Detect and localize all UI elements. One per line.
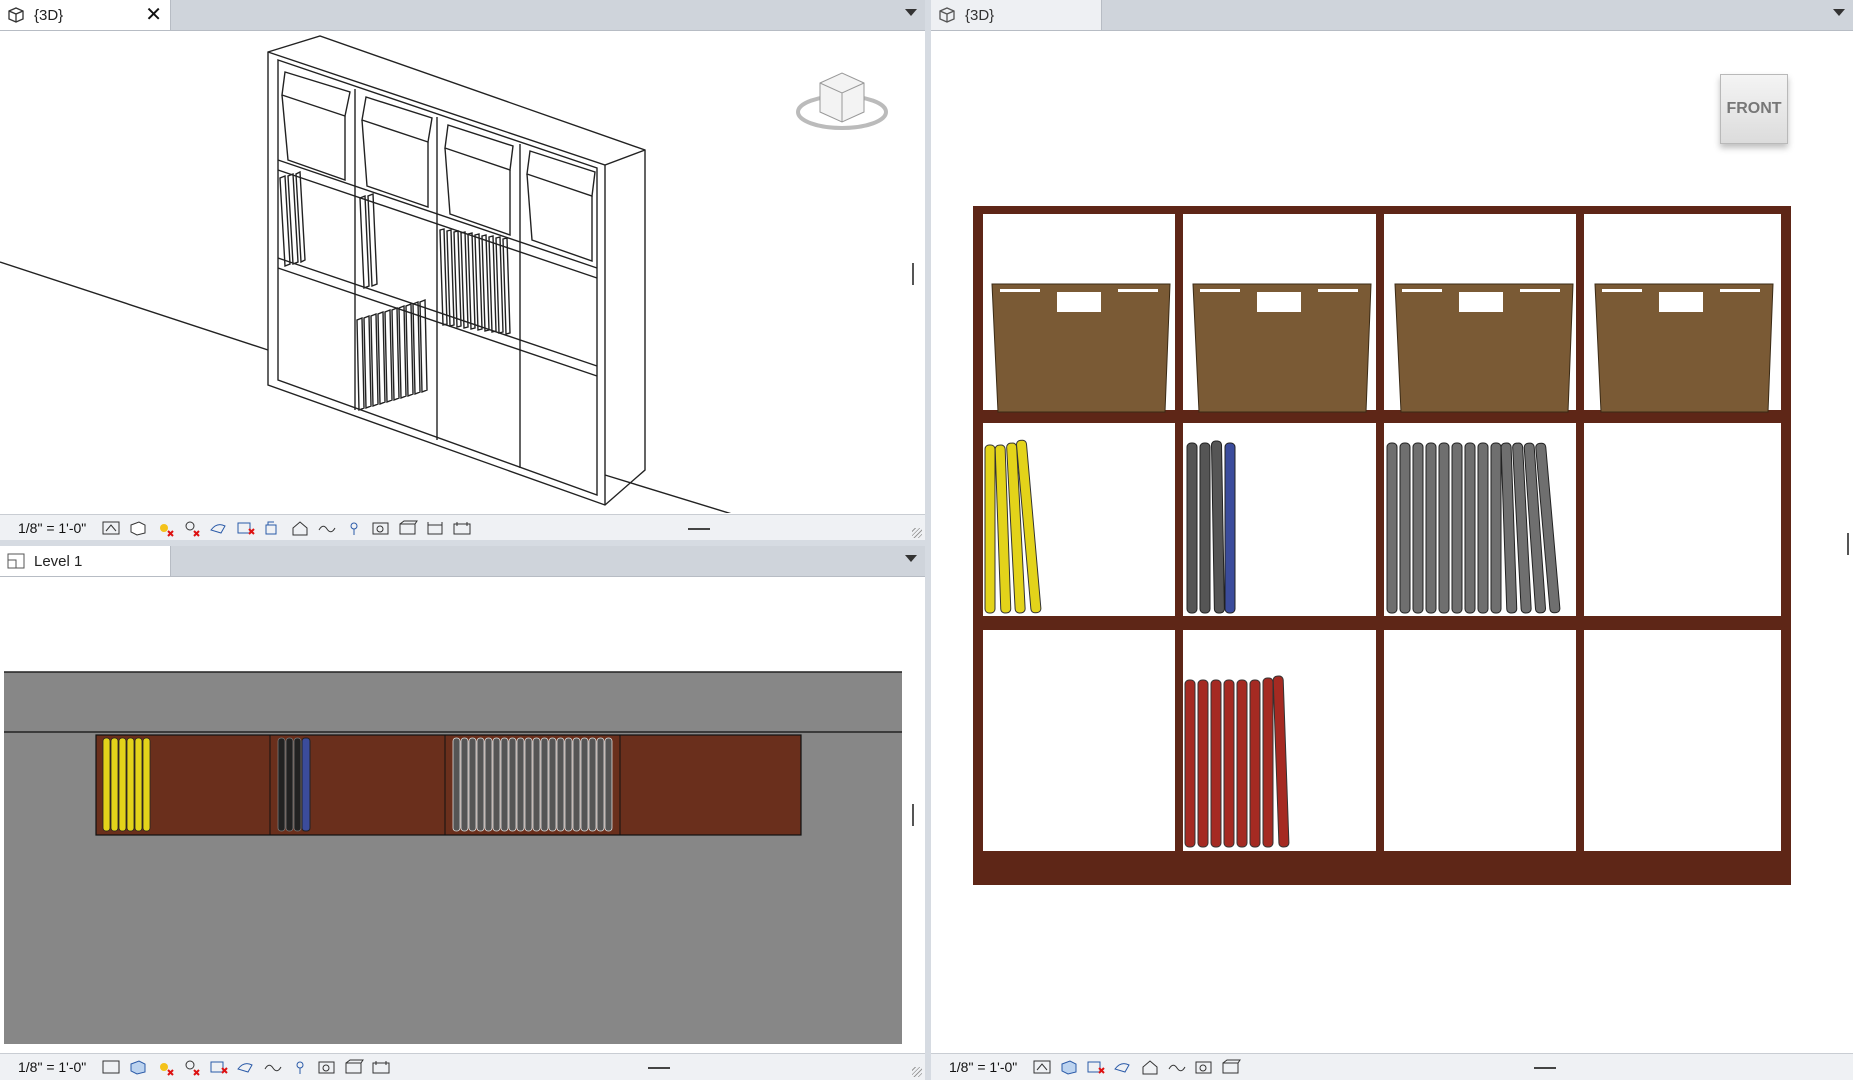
- worksharing-icon[interactable]: [289, 1058, 311, 1076]
- tab-bar: {3D}: [931, 0, 1853, 31]
- visual-style-icon[interactable]: [127, 519, 149, 537]
- viewcube: [796, 72, 888, 130]
- tab-level-1[interactable]: Level 1: [0, 546, 171, 576]
- tab-title: {3D}: [34, 6, 64, 24]
- bottom-left-viewport[interactable]: Level 1 1/8" = 1'-0": [0, 546, 925, 1080]
- reveal-hidden-icon[interactable]: [262, 1058, 284, 1076]
- tab-3d-view[interactable]: {3D}: [931, 0, 1102, 30]
- cube-view-icon: [937, 6, 957, 24]
- tab-bar: Level 1: [0, 546, 925, 577]
- sun-path-icon[interactable]: [154, 1058, 176, 1076]
- gray-books: [1386, 442, 1561, 614]
- resize-grip-icon[interactable]: [912, 1067, 922, 1077]
- vertical-scrollbar[interactable]: [1847, 533, 1849, 555]
- plan-view-canvas[interactable]: [0, 577, 925, 1053]
- scroll-thumb[interactable]: [688, 528, 710, 530]
- temporary-hide-icon[interactable]: [289, 519, 311, 537]
- cube-view-icon: [6, 6, 26, 24]
- floor-plan-icon: [6, 552, 26, 570]
- reveal-constraints-icon[interactable]: [424, 519, 446, 537]
- chevron-down-icon[interactable]: [1833, 9, 1845, 16]
- unlock-3d-icon[interactable]: [262, 519, 284, 537]
- crop-view-icon[interactable]: [1085, 1058, 1107, 1076]
- isometric-bookshelf-drawing: [0, 35, 888, 519]
- top-left-viewport[interactable]: {3D} ✕ 1/8" = 1'-0": [0, 0, 925, 540]
- tab-bar: {3D} ✕: [0, 0, 925, 31]
- reveal-hidden-icon[interactable]: [1166, 1058, 1188, 1076]
- detail-level-icon[interactable]: [1031, 1058, 1053, 1076]
- front-3d-canvas[interactable]: FRONT: [931, 31, 1853, 1053]
- temporary-view-icon[interactable]: [451, 519, 473, 537]
- crop-view-icon[interactable]: [208, 519, 230, 537]
- vertical-scrollbar[interactable]: [912, 263, 914, 285]
- show-crop-icon[interactable]: [235, 519, 257, 537]
- 3d-view-canvas[interactable]: [0, 31, 925, 519]
- vertical-scrollbar[interactable]: [912, 804, 914, 826]
- view-scale[interactable]: 1/8" = 1'-0": [18, 520, 86, 536]
- detail-level-icon[interactable]: [100, 1058, 122, 1076]
- show-crop-icon[interactable]: [208, 1058, 230, 1076]
- highlight-displacement-icon[interactable]: [1193, 1058, 1215, 1076]
- crop-view-icon[interactable]: [235, 1058, 257, 1076]
- highlight-displacement-icon[interactable]: [370, 519, 392, 537]
- chevron-down-icon[interactable]: [905, 555, 917, 562]
- blue-book: [1224, 442, 1236, 614]
- resize-grip-icon[interactable]: [912, 528, 922, 538]
- tab-3d-view[interactable]: {3D} ✕: [0, 0, 171, 30]
- reveal-hidden-icon[interactable]: [316, 519, 338, 537]
- view-control-bar: 1/8" = 1'-0": [0, 1053, 925, 1080]
- sun-path-icon[interactable]: [154, 519, 176, 537]
- view-control-bar: 1/8" = 1'-0": [0, 514, 925, 540]
- right-viewport[interactable]: {3D} FRONT 1/8" = 1'-0": [931, 0, 1853, 1080]
- floor-plan-drawing: [0, 577, 925, 1053]
- scroll-thumb[interactable]: [648, 1067, 670, 1069]
- analytical-model-icon[interactable]: [343, 1058, 365, 1076]
- temporary-view-icon[interactable]: [370, 1058, 392, 1076]
- show-crop-icon[interactable]: [1112, 1058, 1134, 1076]
- tab-title: Level 1: [34, 552, 83, 570]
- visual-style-icon[interactable]: [127, 1058, 149, 1076]
- shadows-icon[interactable]: [181, 1058, 203, 1076]
- scroll-thumb[interactable]: [1534, 1067, 1556, 1069]
- visual-style-icon[interactable]: [1058, 1058, 1080, 1076]
- worksharing-icon[interactable]: [343, 519, 365, 537]
- view-control-bar: 1/8" = 1'-0": [931, 1053, 1853, 1080]
- detail-level-icon[interactable]: [100, 519, 122, 537]
- highlight-displacement-icon[interactable]: [316, 1058, 338, 1076]
- temporary-hide-icon[interactable]: [1139, 1058, 1161, 1076]
- analytical-model-icon[interactable]: [397, 519, 419, 537]
- red-books: [1184, 675, 1290, 848]
- tab-title: {3D}: [965, 6, 995, 24]
- analytical-model-icon[interactable]: [1220, 1058, 1242, 1076]
- view-scale[interactable]: 1/8" = 1'-0": [18, 1059, 86, 1075]
- view-scale[interactable]: 1/8" = 1'-0": [949, 1059, 1017, 1075]
- chevron-down-icon[interactable]: [905, 9, 917, 16]
- close-icon[interactable]: ✕: [145, 5, 162, 25]
- front-bookshelf-drawing: [973, 206, 1791, 885]
- shadows-icon[interactable]: [181, 519, 203, 537]
